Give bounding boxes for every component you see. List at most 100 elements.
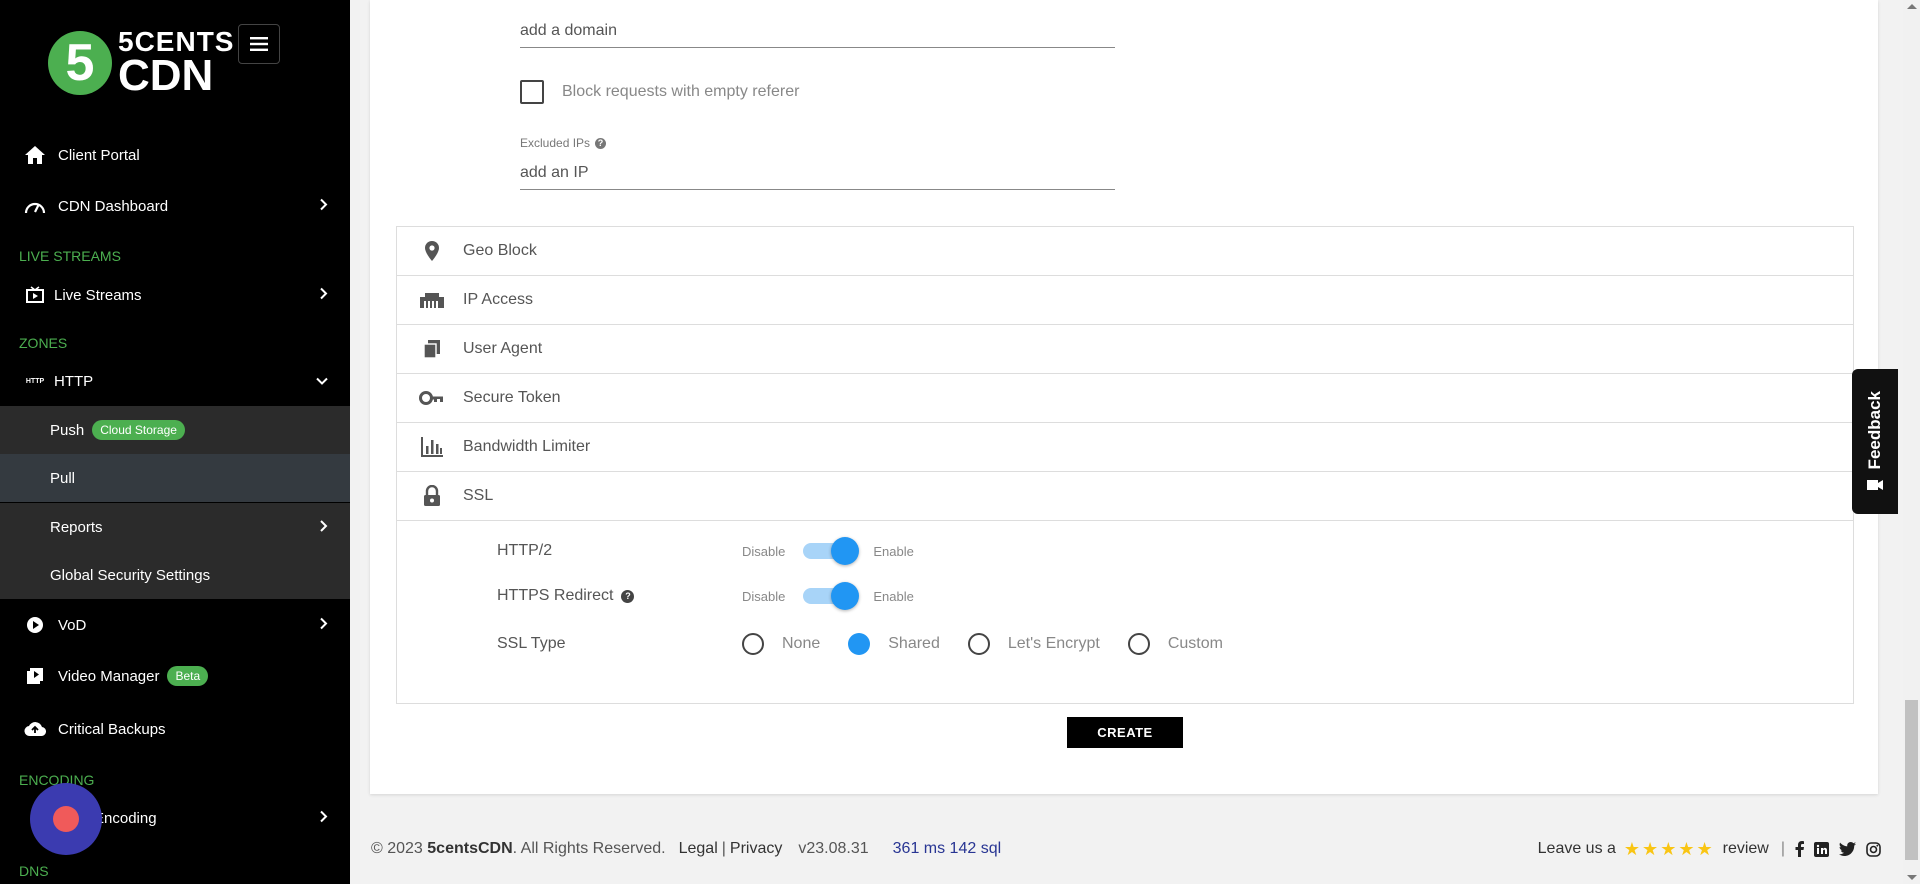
facebook-icon[interactable] [1795, 841, 1804, 857]
page-scrollbar[interactable] [1903, 0, 1920, 884]
feedback-tab[interactable]: Feedback [1852, 369, 1898, 514]
http2-label: HTTP/2 [497, 542, 553, 559]
video-camera-icon [1867, 479, 1883, 490]
home-icon [24, 144, 46, 166]
beta-badge: Beta [167, 666, 209, 686]
http2-row: HTTP/2 Disable Enable [497, 537, 914, 565]
accordion-label: Bandwidth Limiter [463, 438, 591, 455]
ssl-type-shared-radio[interactable]: Shared [848, 633, 940, 655]
sidebar-item-live-streams[interactable]: Live Streams [0, 271, 350, 319]
ssl-type-letsencrypt-radio[interactable]: Let's Encrypt [967, 633, 1100, 655]
ssl-type-label: SSL Type [497, 635, 566, 652]
create-button[interactable]: CREATE [1067, 717, 1183, 748]
key-icon [417, 391, 447, 405]
cloud-upload-icon [24, 718, 46, 740]
https-redirect-label: HTTPS Redirect [497, 587, 614, 604]
sidebar-item-reports[interactable]: Reports [0, 503, 350, 551]
ssl-type-custom-radio[interactable]: Custom [1127, 633, 1223, 655]
ip-input[interactable]: add an IP [520, 156, 1115, 190]
sidebar-item-label: Pull [50, 469, 76, 487]
excluded-ips-field[interactable]: Excluded IPs ? add an IP [520, 136, 1115, 190]
speedometer-icon [24, 195, 46, 217]
accordion-geo-block[interactable]: Geo Block [397, 227, 1853, 276]
map-pin-icon [417, 240, 447, 262]
bar-chart-icon [417, 436, 447, 458]
legal-link[interactable]: Legal [679, 840, 718, 858]
chevron-right-icon [320, 287, 328, 304]
sidebar-item-vod[interactable]: VoD [0, 601, 350, 649]
section-label-zones: ZONES [19, 335, 68, 351]
scroll-up-arrow-icon[interactable] [1907, 4, 1917, 9]
feedback-label: Feedback [1865, 391, 1884, 470]
sidebar-item-http[interactable]: HTTP HTTP [0, 357, 350, 405]
sidebar-item-pull[interactable]: Pull [0, 454, 350, 502]
menu-toggle-button[interactable] [238, 24, 280, 64]
rights-text: . All Rights Reserved. [512, 840, 666, 857]
accordion-label: IP Access [463, 291, 533, 308]
hamburger-icon [250, 37, 268, 51]
accordion-user-agent[interactable]: User Agent [397, 325, 1853, 374]
accordion-label: Geo Block [463, 242, 537, 259]
brand-logo[interactable]: 5 5CENTS CDN [48, 28, 234, 98]
accordion-ssl[interactable]: SSL [397, 472, 1853, 521]
accordion-label: SSL [463, 487, 494, 504]
domain-field[interactable]: add a domain [520, 14, 1115, 48]
sidebar-item-video-manager[interactable]: Video Manager Beta [0, 652, 350, 700]
sidebar: 5 5CENTS CDN Client Portal CDN Dashboard… [0, 0, 350, 884]
sidebar-item-critical-backups[interactable]: Critical Backups [0, 705, 350, 753]
help-icon[interactable]: ? [621, 589, 635, 603]
footer-review: Leave us a ★★★★★ review | [1538, 839, 1881, 860]
instagram-icon[interactable] [1866, 841, 1881, 857]
chevron-right-icon [320, 519, 328, 536]
copyright-prefix: © 2023 [371, 840, 423, 857]
toggle-disable-label: Disable [742, 588, 786, 604]
perf-stats: 361 ms 142 sql [892, 840, 1002, 857]
cloud-storage-badge: Cloud Storage [92, 420, 185, 440]
sidebar-item-label: Client Portal [58, 146, 140, 164]
accordion-secure-token[interactable]: Secure Token [397, 374, 1853, 423]
logo-mark: 5 [48, 31, 112, 95]
scroll-thumb[interactable] [1905, 700, 1918, 860]
block-empty-referer-checkbox[interactable] [520, 80, 544, 104]
block-empty-referer-row[interactable]: Block requests with empty referer [520, 80, 799, 104]
sidebar-item-global-security[interactable]: Global Security Settings [0, 551, 350, 599]
ssl-type-row: SSL Type None Shared Let's Encrypt Custo… [497, 633, 1251, 655]
accordion-bandwidth-limiter[interactable]: Bandwidth Limiter [397, 423, 1853, 472]
play-circle-icon [24, 614, 46, 636]
accordion-ip-access[interactable]: IP Access [397, 276, 1853, 325]
review-stars-icon[interactable]: ★★★★★ [1624, 839, 1715, 860]
video-library-icon [24, 665, 46, 687]
domain-input[interactable]: add a domain [520, 14, 1115, 48]
chevron-right-icon [320, 198, 328, 215]
sidebar-item-label: CDN Dashboard [58, 197, 169, 215]
http2-toggle[interactable] [801, 537, 860, 565]
help-icon[interactable]: ? [595, 137, 607, 149]
toggle-disable-label: Disable [742, 543, 786, 559]
section-label-dns: DNS [19, 863, 49, 879]
privacy-link[interactable]: Privacy [730, 840, 782, 858]
sidebar-item-push[interactable]: Push Cloud Storage [0, 406, 350, 454]
https-redirect-toggle[interactable] [801, 582, 860, 610]
scroll-down-arrow-icon[interactable] [1907, 875, 1917, 880]
accordion-label: User Agent [463, 340, 543, 357]
sidebar-item-label: Critical Backups [58, 720, 166, 738]
network-icon [417, 291, 447, 309]
ssl-type-radio-group: None Shared Let's Encrypt Custom [742, 633, 1251, 655]
twitter-icon[interactable] [1839, 842, 1856, 856]
sidebar-item-label: Push [50, 421, 85, 439]
chevron-right-icon [320, 810, 328, 827]
block-empty-referer-label: Block requests with empty referer [562, 83, 800, 100]
section-label-live-streams: LIVE STREAMS [19, 248, 121, 264]
review-text: review [1722, 840, 1769, 857]
leave-us-text: Leave us a [1537, 840, 1616, 857]
sidebar-item-cdn-dashboard[interactable]: CDN Dashboard [0, 182, 350, 230]
linkedin-icon[interactable] [1814, 841, 1829, 857]
accordion-label: Secure Token [463, 389, 561, 406]
http-icon: HTTP [25, 377, 45, 385]
sidebar-item-label: Encoding [94, 809, 157, 827]
company-name: 5centsCDN [427, 840, 513, 857]
sidebar-item-client-portal[interactable]: Client Portal [0, 131, 350, 179]
ssl-type-none-radio[interactable]: None [742, 633, 820, 655]
lock-icon [417, 485, 447, 507]
record-fab-button[interactable] [30, 783, 102, 855]
